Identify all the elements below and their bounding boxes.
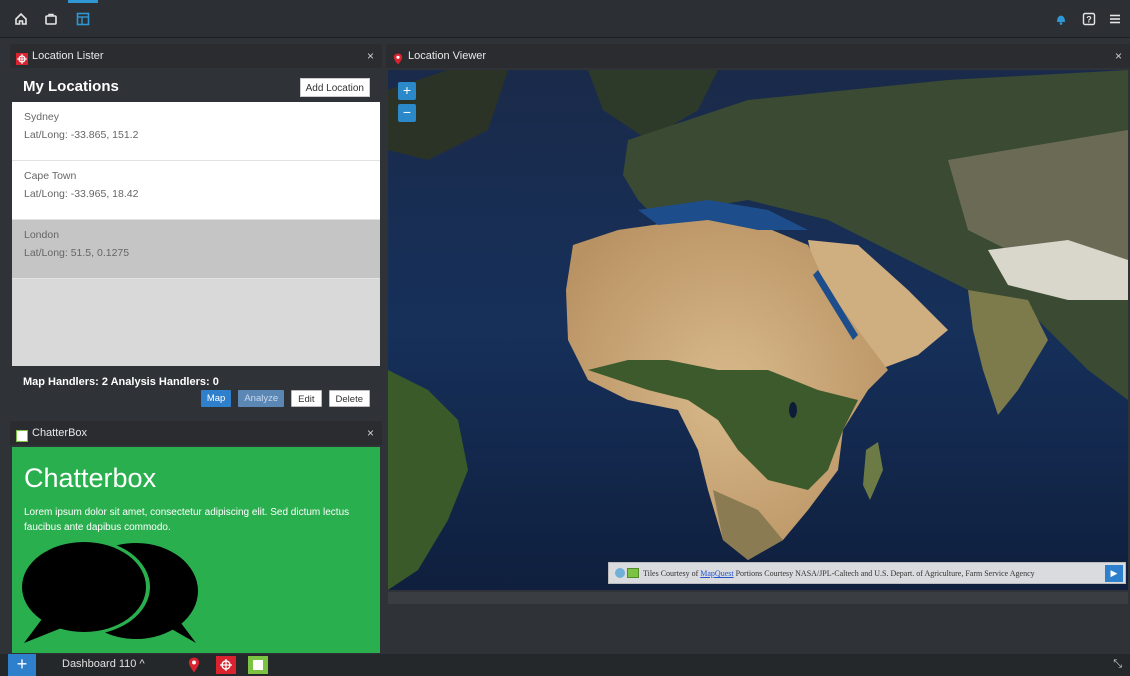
dashboard-switcher[interactable]: Dashboard 110 ^ — [62, 658, 145, 670]
chat-square-icon — [16, 427, 28, 442]
target-icon — [16, 50, 28, 65]
page-title: My Locations — [23, 78, 119, 95]
attribution-prefix: Tiles Courtesy of — [643, 569, 701, 578]
panel-title: Location Lister — [32, 50, 104, 62]
close-icon[interactable]: × — [1115, 44, 1122, 68]
target-icon[interactable] — [216, 656, 236, 674]
location-viewer-panel: Location Viewer × + − Tiles Courtesy of … — [386, 44, 1130, 604]
chatterbox-panel: ChatterBox × Chatterbox Lorem ipsum dolo… — [10, 421, 382, 653]
satellite-map[interactable]: + − Tiles Courtesy of MapQuest Portions … — [388, 70, 1128, 590]
speech-bubbles-icon — [18, 539, 218, 653]
map-pin-icon[interactable] — [184, 656, 204, 674]
help-icon[interactable]: ? — [1078, 8, 1100, 30]
dashboard-icon[interactable] — [72, 8, 94, 30]
location-name: Sydney — [24, 111, 60, 123]
delete-button[interactable]: Delete — [328, 390, 370, 407]
resize-icon[interactable]: ⤡ — [1113, 658, 1122, 671]
globe-icon — [615, 568, 625, 578]
action-buttons: Map Analyze Edit Delete — [200, 390, 370, 407]
handlers-status: Map Handlers: 2 Analysis Handlers: 0 — [23, 376, 219, 388]
briefcase-icon[interactable] — [40, 8, 62, 30]
attribution-toggle-button[interactable]: ▶ — [1105, 565, 1123, 582]
close-icon[interactable]: × — [367, 421, 374, 445]
edit-button[interactable]: Edit — [291, 390, 322, 407]
location-name: London — [24, 229, 60, 241]
analyze-button[interactable]: Analyze — [238, 390, 285, 407]
location-list: Sydney Lat/Long: -33.865, 151.2 Cape Tow… — [12, 102, 380, 366]
attribution-suffix: Portions Courtesy NASA/JPL-Caltech and U… — [733, 569, 1035, 578]
add-location-button[interactable]: Add Location — [299, 78, 370, 97]
panel-header[interactable]: Location Lister × — [10, 44, 382, 68]
svg-text:?: ? — [1086, 15, 1092, 25]
app-window: ? Location Lister × My Locations Add Loc… — [0, 0, 1130, 676]
active-tab-indicator — [68, 0, 98, 3]
close-icon[interactable]: × — [367, 44, 374, 68]
layers-icon — [627, 568, 639, 578]
location-lister-panel: Location Lister × My Locations Add Locat… — [10, 44, 382, 416]
location-coords: Lat/Long: -33.965, 18.42 — [24, 188, 139, 200]
panel-header[interactable]: Location Viewer × — [386, 44, 1130, 68]
panel-title: Location Viewer — [408, 50, 487, 62]
top-toolbar: ? — [0, 0, 1130, 38]
map-button[interactable]: Map — [200, 390, 232, 407]
location-coords: Lat/Long: -33.865, 151.2 — [24, 129, 139, 141]
panel-footer — [388, 592, 1128, 604]
zoom-in-button[interactable]: + — [398, 82, 416, 100]
panel-title: ChatterBox — [32, 427, 88, 439]
bottom-taskbar: + Dashboard 110 ^ ⤡ — [0, 654, 1130, 676]
attribution-link[interactable]: MapQuest — [700, 569, 733, 578]
chatterbox-description: Lorem ipsum dolor sit amet, consectetur … — [24, 507, 350, 533]
notification-icon[interactable] — [1050, 8, 1072, 30]
location-name: Cape Town — [24, 170, 77, 182]
home-icon[interactable] — [10, 8, 32, 30]
add-widget-button[interactable]: + — [8, 654, 36, 676]
location-coords: Lat/Long: 51.5, 0.1275 — [24, 247, 130, 259]
list-item-selected[interactable]: London Lat/Long: 51.5, 0.1275 — [12, 220, 380, 279]
chatterbox-title: Chatterbox — [24, 463, 157, 493]
chatterbox-content: Chatterbox Lorem ipsum dolor sit amet, c… — [12, 447, 380, 653]
zoom-out-button[interactable]: − — [398, 104, 416, 122]
map-pin-icon — [392, 50, 404, 65]
chat-square-icon[interactable] — [248, 656, 268, 674]
map-attribution: Tiles Courtesy of MapQuest Portions Cour… — [608, 562, 1126, 584]
panel-header[interactable]: ChatterBox × — [10, 421, 382, 445]
list-item[interactable]: Cape Town Lat/Long: -33.965, 18.42 — [12, 161, 380, 220]
menu-icon[interactable] — [1104, 8, 1126, 30]
list-item[interactable]: Sydney Lat/Long: -33.865, 151.2 — [12, 102, 380, 161]
